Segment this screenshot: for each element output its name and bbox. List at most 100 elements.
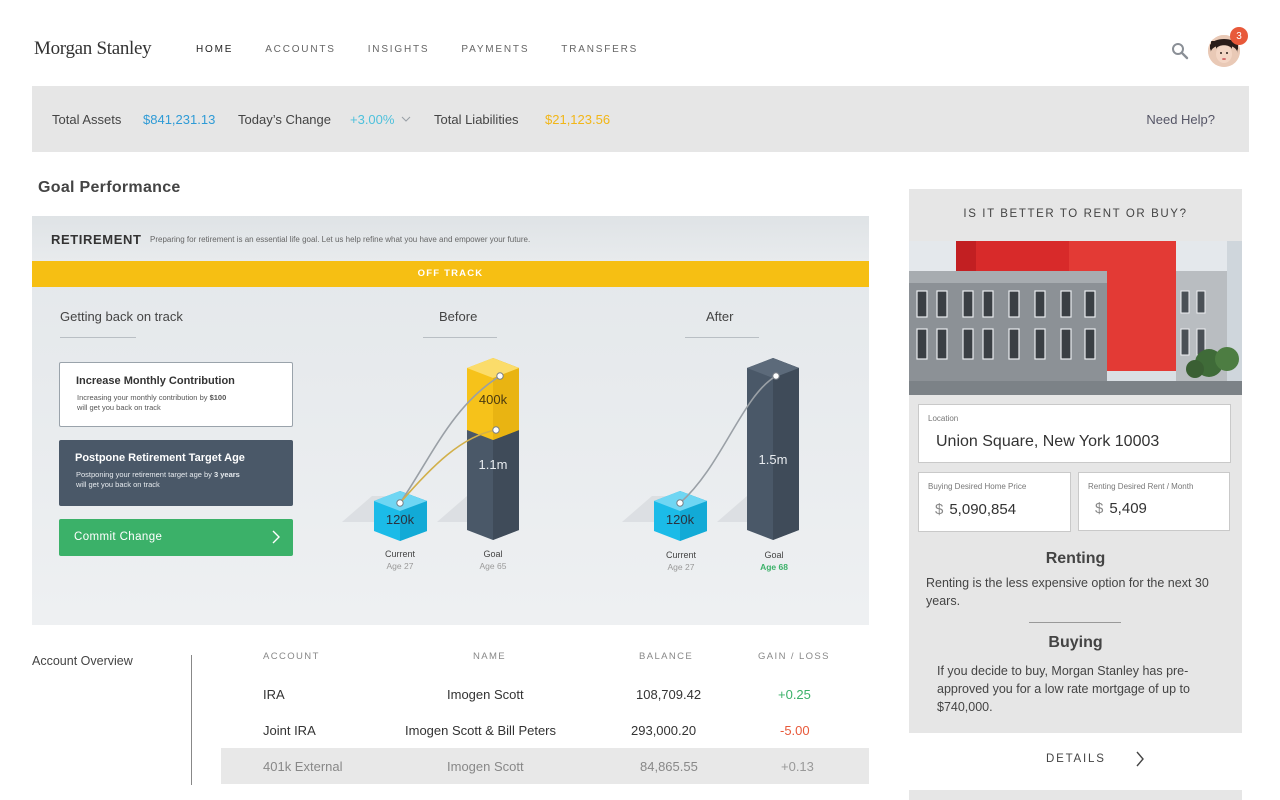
data-point [496, 372, 504, 380]
notification-badge[interactable]: 3 [1230, 27, 1248, 45]
balance-cell: 108,709.42 [636, 687, 702, 702]
name-cell: Imogen Scott [447, 687, 524, 702]
home-price-value-wrap: $5,090,854 [935, 501, 1016, 518]
home-price-field[interactable]: Buying Desired Home Price $5,090,854 [918, 472, 1071, 532]
need-help-link[interactable]: Need Help? [1146, 112, 1215, 127]
account-overview-title: Account Overview [32, 654, 133, 668]
data-point [676, 499, 684, 507]
current-value-label: 120k [666, 512, 695, 527]
chevron-down-icon[interactable] [401, 116, 411, 123]
gain-cell: +0.25 [778, 687, 811, 702]
search-icon[interactable] [1171, 42, 1189, 60]
location-label: Location [928, 414, 959, 423]
rent-or-buy-title: IS IT BETTER TO RENT OR BUY? [963, 208, 1188, 220]
goal-bar-side [773, 358, 799, 540]
option-increase-contribution[interactable]: Increase Monthly Contribution Increasing… [59, 362, 293, 427]
goal-performance-title: Goal Performance [38, 179, 181, 196]
divider [191, 655, 192, 785]
goal-card-description: Preparing for retirement is an essential… [150, 235, 531, 244]
name-cell: Imogen Scott [447, 759, 524, 774]
next-card-edge [909, 790, 1242, 800]
monthly-rent-value: 5,409 [1109, 500, 1147, 517]
before-chart: 120k 400k 1.1m [342, 358, 519, 541]
divider [60, 337, 136, 338]
rent-or-buy-panel: IS IT BETTER TO RENT OR BUY? Location Un… [909, 189, 1242, 733]
building-image [909, 241, 1242, 395]
details-label: DETAILS [1046, 753, 1106, 765]
current-age: Age 27 [667, 562, 695, 572]
gain-cell: -5.00 [780, 723, 810, 738]
location-value: Union Square, New York 10003 [936, 433, 1160, 450]
account-cell: Joint IRA [263, 723, 316, 738]
total-liabilities-label: Total Liabilities [434, 112, 519, 127]
option-postpone-age[interactable]: Postpone Retirement Target Age Postponin… [59, 440, 293, 506]
nav-payments[interactable]: PAYMENTS [461, 44, 529, 55]
nav-insights[interactable]: INSIGHTS [368, 44, 430, 55]
account-cell: IRA [263, 687, 285, 702]
after-column-title: After [706, 309, 734, 324]
nav-transfers[interactable]: TRANSFERS [561, 44, 638, 55]
nav-home[interactable]: HOME [196, 44, 233, 55]
goal-value-label: 1.5m [759, 452, 788, 467]
divider [423, 337, 497, 338]
gain-cell: +0.13 [781, 759, 814, 774]
summary-bar: Total Assets $841,231.13 Today’s Change … [32, 86, 1249, 152]
option-description: Increasing your monthly contribution by … [77, 393, 227, 412]
chevron-right-icon [1136, 751, 1144, 767]
current-value-label: 120k [386, 512, 415, 527]
divider [1029, 622, 1121, 623]
total-assets-label: Total Assets [52, 112, 122, 127]
todays-change-value[interactable]: +3.00% [350, 112, 394, 127]
top-header: Morgan Stanley HOME ACCOUNTS INSIGHTS PA… [0, 0, 1280, 86]
current-label: Current [384, 549, 415, 559]
column-header-account[interactable]: ACCOUNT [263, 651, 320, 662]
currency-symbol: $ [1095, 500, 1104, 517]
goal-label: Goal [764, 550, 784, 560]
nav-accounts[interactable]: ACCOUNTS [265, 44, 336, 55]
buying-title: Buying [1048, 634, 1103, 651]
goal-label: Goal [483, 549, 503, 559]
renting-text: Renting is the less expensive option for… [926, 576, 1209, 608]
brand-logo[interactable]: Morgan Stanley [34, 38, 152, 60]
goal-value-label: 1.1m [479, 457, 508, 472]
column-header-name[interactable]: NAME [473, 651, 506, 662]
commit-change-button[interactable]: Commit Change [59, 519, 293, 556]
table-row[interactable]: Joint IRA Imogen Scott & Bill Peters 293… [221, 712, 869, 748]
monthly-rent-label: Renting Desired Rent / Month [1088, 482, 1194, 491]
goal-age: Age 68 [760, 562, 788, 572]
renting-title: Renting [1045, 550, 1106, 567]
commit-change-label: Commit Change [74, 531, 163, 543]
home-price-value: 5,090,854 [949, 501, 1017, 518]
details-button[interactable]: DETAILS [909, 740, 1242, 778]
status-badge: OFF TRACK [32, 261, 869, 287]
data-point [492, 426, 500, 434]
goal-age: Age 65 [479, 561, 507, 571]
currency-symbol: $ [935, 501, 944, 518]
location-field[interactable]: Location Union Square, New York 10003 [918, 404, 1231, 463]
account-cell: 401k External [263, 759, 343, 774]
column-header-gain-loss[interactable]: GAIN / LOSS [758, 651, 830, 662]
balance-cell: 293,000.20 [631, 723, 697, 738]
balance-cell: 84,865.55 [640, 759, 698, 774]
divider [685, 337, 759, 338]
name-cell: Imogen Scott & Bill Peters [405, 723, 557, 738]
current-age: Age 27 [386, 561, 414, 571]
building-photo [909, 241, 1242, 395]
monthly-rent-field[interactable]: Renting Desired Rent / Month $5,409 [1078, 472, 1230, 531]
chevron-right-icon [272, 530, 280, 544]
goal-card-title: RETIREMENT [51, 232, 142, 247]
home-price-label: Buying Desired Home Price [928, 482, 1027, 491]
before-column-title: Before [439, 309, 478, 324]
column-header-balance[interactable]: BALANCE [639, 651, 693, 662]
retirement-goal-card: RETIREMENT Preparing for retirement is a… [32, 216, 869, 625]
option-title: Postpone Retirement Target Age [75, 452, 245, 464]
table-row[interactable]: 401k External Imogen Scott 84,865.55 +0.… [221, 748, 869, 784]
table-row[interactable]: IRA Imogen Scott 108,709.42 +0.25 [221, 676, 869, 712]
buying-text: If you decide to buy, Morgan Stanley has… [937, 664, 1190, 714]
after-chart: 120k 1.5m [622, 358, 799, 541]
todays-change-label: Today’s Change [238, 112, 331, 127]
current-label: Current [665, 550, 696, 560]
total-assets-value: $841,231.13 [143, 112, 216, 127]
data-point [772, 372, 780, 380]
goal-extra-value-label: 400k [479, 392, 508, 407]
